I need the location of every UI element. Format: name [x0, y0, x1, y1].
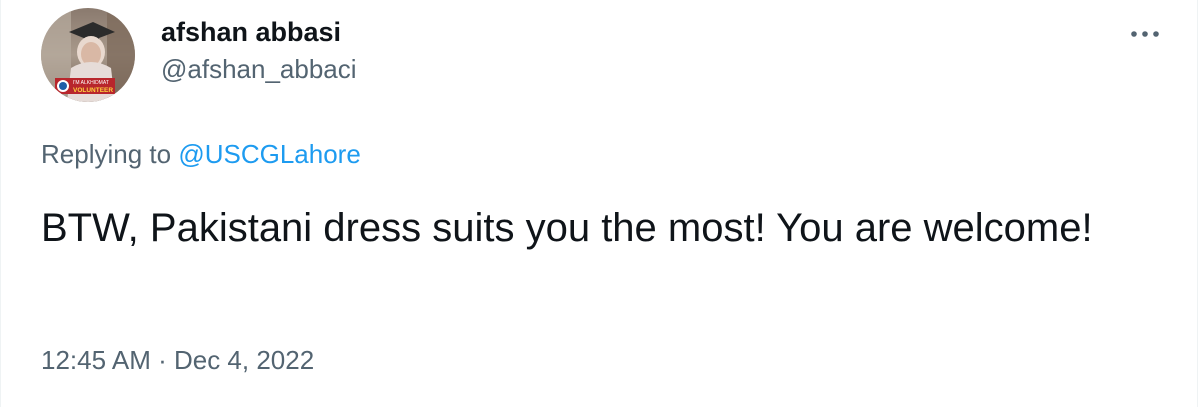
tweet-card: I'M ALKHIDMAT VOLUNTEER afshan abbasi @a…: [0, 0, 1198, 407]
avatar-badge-line2: VOLUNTEER: [73, 87, 113, 94]
timestamp-separator: ·: [150, 345, 174, 375]
replying-to-label: Replying to: [41, 139, 179, 169]
author-handle[interactable]: @afshan_abbaci: [161, 52, 357, 86]
tweet-timestamp: 12:45 AM · Dec 4, 2022: [41, 342, 314, 378]
more-horizontal-icon: [1131, 31, 1159, 37]
author-display-name[interactable]: afshan abbasi: [161, 14, 357, 50]
tweet-time[interactable]: 12:45 AM: [41, 345, 151, 375]
avatar-badge-line1: I'M ALKHIDMAT: [73, 80, 109, 86]
author-info: afshan abbasi @afshan_abbaci: [161, 14, 357, 86]
reply-mention-link[interactable]: @USCGLahore: [178, 139, 360, 169]
replying-to: Replying to @USCGLahore: [41, 136, 361, 172]
tweet-text: BTW, Pakistani dress suits you the most!…: [41, 206, 1093, 250]
avatar-image: I'M ALKHIDMAT VOLUNTEER: [41, 8, 135, 102]
avatar[interactable]: I'M ALKHIDMAT VOLUNTEER: [41, 8, 135, 102]
tweet-date[interactable]: Dec 4, 2022: [174, 345, 314, 375]
more-options-button[interactable]: [1125, 14, 1165, 54]
